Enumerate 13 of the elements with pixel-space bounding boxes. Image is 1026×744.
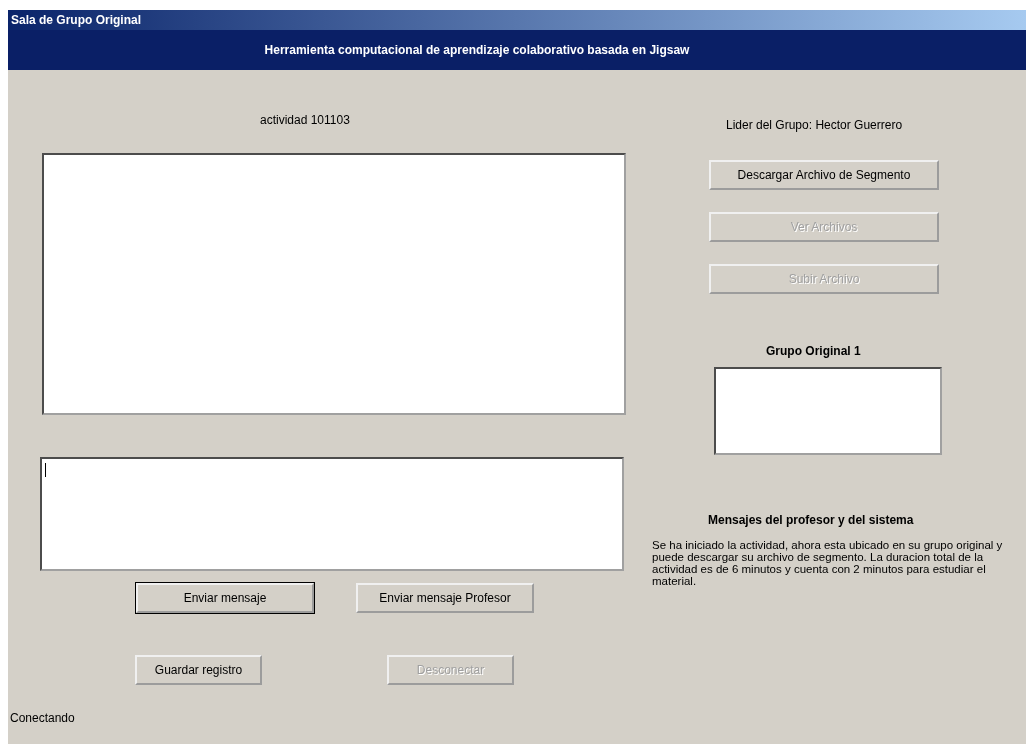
leader-label: Lider del Grupo: Hector Guerrero — [726, 118, 904, 132]
header-title: Herramienta computacional de aprendizaje colaborativo basada en Jigsaw — [264, 43, 690, 57]
message-input[interactable] — [40, 457, 624, 571]
send-button[interactable]: Enviar mensaje — [136, 583, 314, 613]
messages-title: Mensajes del profesor y del sistema — [708, 513, 915, 527]
save-button[interactable]: Guardar registro — [135, 655, 262, 685]
activity-label: actividad 101103 — [259, 113, 351, 127]
group-title: Grupo Original 1 — [766, 344, 862, 358]
window-title: Sala de Grupo Original — [11, 13, 142, 27]
file-button[interactable]: Descargar Archivo de Segmento — [709, 160, 939, 190]
status-text: Conectando — [10, 711, 76, 725]
messages-text: Se ha iniciado la actividad, ahora esta ubicado en su grupo original y puede descargar su archivo de segmento. La duracion total de la actividad es de 6 minutos y cuenta con 2 minutos para estudiar el material. — [652, 539, 1004, 587]
send-button[interactable]: Enviar mensaje Profesor — [356, 583, 534, 613]
